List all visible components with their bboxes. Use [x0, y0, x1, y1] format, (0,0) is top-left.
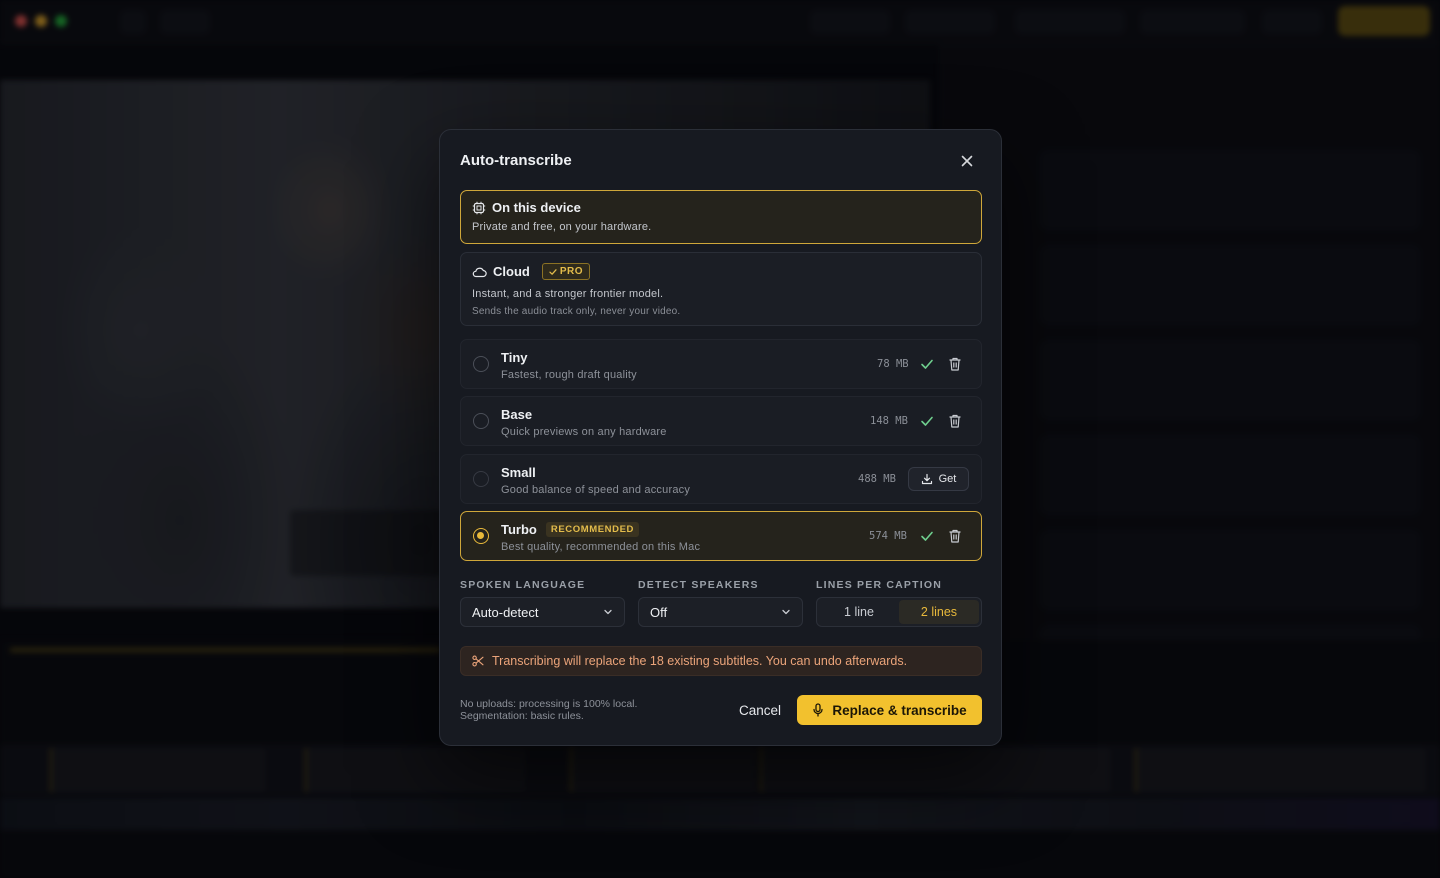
footer-note-line: Segmentation: basic rules.: [460, 710, 584, 722]
microphone-icon: [813, 703, 823, 717]
option-title: On this device: [492, 200, 581, 215]
model-row-turbo[interactable]: Turbo RECOMMENDED Best quality, recommen…: [460, 511, 982, 561]
primary-label: Replace & transcribe: [832, 702, 967, 718]
model-radio[interactable]: [473, 413, 489, 429]
model-name: Small: [501, 465, 536, 480]
detect-speakers-label: DETECT SPEAKERS: [638, 579, 759, 591]
two-lines-option[interactable]: 2 lines: [899, 600, 979, 624]
replace-warning: Transcribing will replace the 18 existin…: [460, 646, 982, 676]
option-subtitle: Private and free, on your hardware.: [472, 221, 652, 233]
scissors-icon: [472, 655, 484, 667]
installed-check-icon: [921, 416, 933, 426]
option-cloud[interactable]: Cloud PRO Instant, and a stronger fronti…: [460, 252, 982, 326]
chevron-down-icon: [604, 609, 612, 615]
model-radio[interactable]: [473, 471, 489, 487]
chip-icon: [472, 201, 486, 214]
trash-icon[interactable]: [947, 413, 963, 429]
lines-per-caption-toggle: 1 line 2 lines: [816, 597, 982, 627]
replace-and-transcribe-button[interactable]: Replace & transcribe: [797, 695, 982, 725]
installed-check-icon: [921, 531, 933, 541]
cancel-button[interactable]: Cancel: [720, 695, 800, 725]
spoken-language-select[interactable]: Auto-detect: [460, 597, 625, 627]
download-icon: [921, 473, 932, 485]
get-model-button[interactable]: Get: [908, 467, 969, 491]
model-name: Tiny: [501, 350, 528, 365]
cloud-icon: [472, 267, 487, 277]
option-on-device[interactable]: On this device Private and free, on your…: [460, 190, 982, 244]
auto-transcribe-dialog: Auto-transcribe On this device Private a…: [439, 129, 1002, 746]
installed-check-icon: [921, 359, 933, 369]
model-description: Good balance of speed and accuracy: [501, 484, 691, 496]
footer-note-line: No uploads: processing is 100% local.: [460, 698, 638, 710]
pro-badge: PRO: [541, 263, 590, 280]
model-row-tiny[interactable]: Tiny Fastest, rough draft quality 78 MB: [460, 339, 982, 389]
one-line-option[interactable]: 1 line: [819, 600, 899, 624]
trash-icon[interactable]: [947, 356, 963, 372]
model-description: Quick previews on any hardware: [501, 426, 667, 438]
model-name: Turbo: [501, 522, 537, 537]
detect-speakers-value: Off: [650, 604, 668, 620]
close-dialog-button[interactable]: [954, 150, 980, 172]
chevron-down-icon: [782, 609, 790, 615]
model-row-small[interactable]: Small Good balance of speed and accuracy…: [460, 454, 982, 504]
footer-note: No uploads: processing is 100% local. Se…: [460, 698, 637, 722]
check-icon: [549, 268, 557, 275]
model-radio-selected[interactable]: [473, 528, 489, 544]
model-size: 488 MB: [858, 473, 896, 485]
model-name: Base: [501, 407, 533, 422]
get-label: Get: [938, 473, 957, 485]
recommended-badge: RECOMMENDED: [545, 522, 639, 537]
option-note: Sends the audio track only, never your v…: [472, 306, 681, 317]
option-subtitle: Instant, and a stronger frontier model.: [472, 288, 664, 300]
pro-label: PRO: [559, 266, 583, 277]
model-radio[interactable]: [473, 356, 489, 372]
spoken-language-label: SPOKEN LANGUAGE: [460, 579, 586, 591]
lines-per-caption-label: LINES PER CAPTION: [816, 579, 942, 591]
close-icon: [961, 155, 973, 167]
model-size: 574 MB: [869, 530, 907, 542]
dialog-title: Auto-transcribe: [460, 152, 572, 169]
model-size: 148 MB: [870, 415, 908, 427]
detect-speakers-select[interactable]: Off: [638, 597, 803, 627]
warning-text: Transcribing will replace the 18 existin…: [492, 654, 908, 668]
model-description: Fastest, rough draft quality: [501, 369, 637, 381]
trash-icon[interactable]: [947, 528, 963, 544]
spoken-language-value: Auto-detect: [472, 604, 539, 620]
model-row-base[interactable]: Base Quick previews on any hardware 148 …: [460, 396, 982, 446]
model-size: 78 MB: [877, 358, 909, 370]
option-title: Cloud: [493, 264, 530, 279]
model-description: Best quality, recommended on this Mac: [501, 541, 701, 553]
